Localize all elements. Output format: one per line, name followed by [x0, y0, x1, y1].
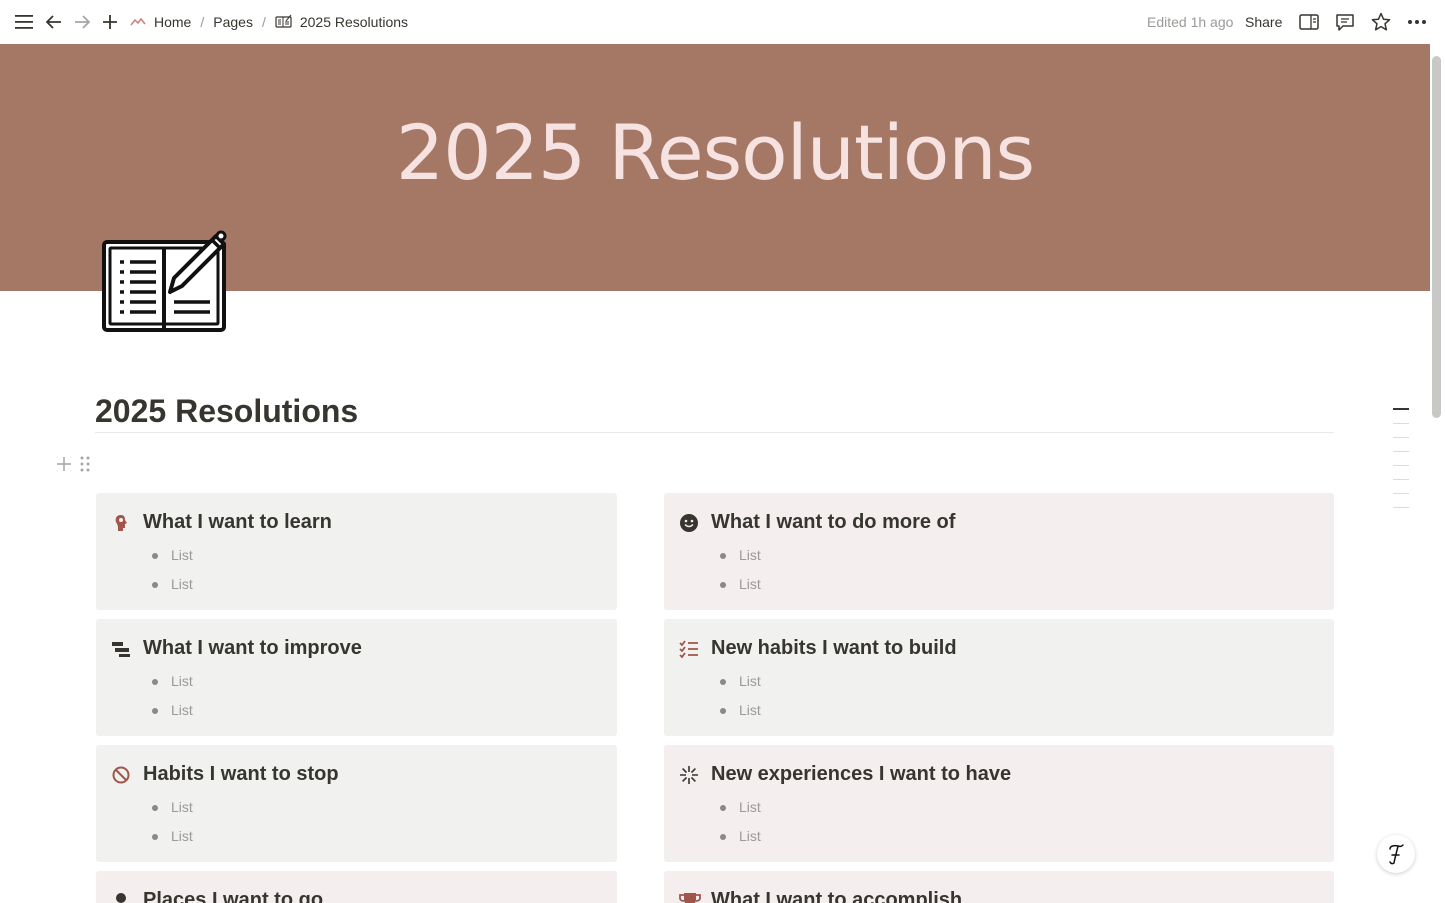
toc-line[interactable]	[1393, 423, 1409, 424]
card-title: New habits I want to build	[711, 637, 957, 659]
share-button[interactable]: Share	[1245, 14, 1282, 30]
sidebar-panel-icon[interactable]	[1298, 11, 1320, 33]
back-arrow-icon[interactable]	[43, 11, 65, 33]
list-item[interactable]: List	[152, 547, 193, 563]
table-of-contents-minimap[interactable]	[1393, 408, 1411, 521]
top-bar: Home / Pages / 2025 Resolutions Edited 1…	[0, 0, 1430, 44]
card-title: What I want to improve	[143, 637, 362, 659]
card-accomplish[interactable]: What I want to accomplish	[664, 871, 1334, 903]
card-stop-habits[interactable]: Habits I want to stop List List	[96, 745, 617, 862]
toc-line[interactable]	[1393, 493, 1409, 494]
card-title: What I want to do more of	[711, 511, 956, 533]
edited-timestamp: Edited 1h ago	[1147, 14, 1234, 30]
stacked-bars-icon	[111, 639, 131, 659]
menu-icon[interactable]	[13, 11, 35, 33]
home-icon	[130, 14, 146, 30]
breadcrumb-separator: /	[200, 14, 205, 30]
new-page-plus-icon[interactable]	[99, 11, 121, 33]
forward-arrow-icon[interactable]	[71, 11, 93, 33]
toc-line[interactable]	[1393, 507, 1409, 508]
toc-line[interactable]	[1393, 465, 1409, 466]
heading-underline	[95, 432, 1334, 433]
card-title: New experiences I want to have	[711, 763, 1012, 785]
breadcrumb: Home / Pages / 2025 Resolutions	[130, 0, 408, 44]
card-title: Places I want to go	[143, 889, 324, 903]
notebook-pencil-icon[interactable]	[100, 226, 232, 336]
card-do-more[interactable]: What I want to do more of List List	[664, 493, 1334, 610]
pin-icon	[111, 891, 131, 903]
toc-line[interactable]	[1393, 408, 1409, 410]
prohibited-icon	[111, 765, 131, 785]
trophy-icon	[679, 891, 701, 903]
comment-icon[interactable]	[1334, 11, 1356, 33]
list-item[interactable]: List	[152, 576, 193, 592]
list-item[interactable]: List	[152, 673, 193, 689]
page-heading[interactable]: 2025 Resolutions	[95, 393, 358, 430]
list-item[interactable]: List	[720, 828, 761, 844]
toc-line[interactable]	[1393, 437, 1409, 438]
cover-title: 2025 Resolutions	[395, 108, 1035, 197]
star-favorite-icon[interactable]	[1370, 11, 1392, 33]
smiley-icon	[679, 513, 699, 533]
toc-line[interactable]	[1393, 451, 1409, 452]
brain-head-icon	[111, 513, 131, 533]
list-item[interactable]: List	[720, 702, 761, 718]
page-small-icon	[275, 14, 293, 31]
breadcrumb-home[interactable]: Home	[154, 14, 191, 30]
card-new-habits[interactable]: New habits I want to build List List	[664, 619, 1334, 736]
card-experiences[interactable]: New experiences I want to have List List	[664, 745, 1334, 862]
card-title: What I want to learn	[143, 511, 332, 533]
ai-assistant-button[interactable]	[1377, 835, 1415, 873]
scrollbar[interactable]	[1432, 56, 1441, 418]
card-learn[interactable]: What I want to learn List List	[96, 493, 617, 610]
more-options-icon[interactable]	[1406, 11, 1428, 33]
toc-line[interactable]	[1393, 479, 1409, 480]
breadcrumb-pages[interactable]: Pages	[213, 14, 253, 30]
card-places[interactable]: Places I want to go	[96, 871, 617, 903]
sparkle-icon	[679, 765, 699, 785]
block-handle[interactable]	[56, 455, 96, 473]
list-item[interactable]: List	[720, 547, 761, 563]
card-improve[interactable]: What I want to improve List List	[96, 619, 617, 736]
list-item[interactable]: List	[152, 799, 193, 815]
list-item[interactable]: List	[720, 799, 761, 815]
checklist-icon	[679, 639, 699, 659]
card-title: Habits I want to stop	[143, 763, 339, 785]
breadcrumb-current-page[interactable]: 2025 Resolutions	[300, 14, 408, 30]
list-item[interactable]: List	[720, 673, 761, 689]
breadcrumb-separator: /	[261, 14, 266, 30]
list-item[interactable]: List	[152, 702, 193, 718]
list-item[interactable]: List	[152, 828, 193, 844]
card-title: What I want to accomplish	[711, 889, 963, 903]
list-item[interactable]: List	[720, 576, 761, 592]
